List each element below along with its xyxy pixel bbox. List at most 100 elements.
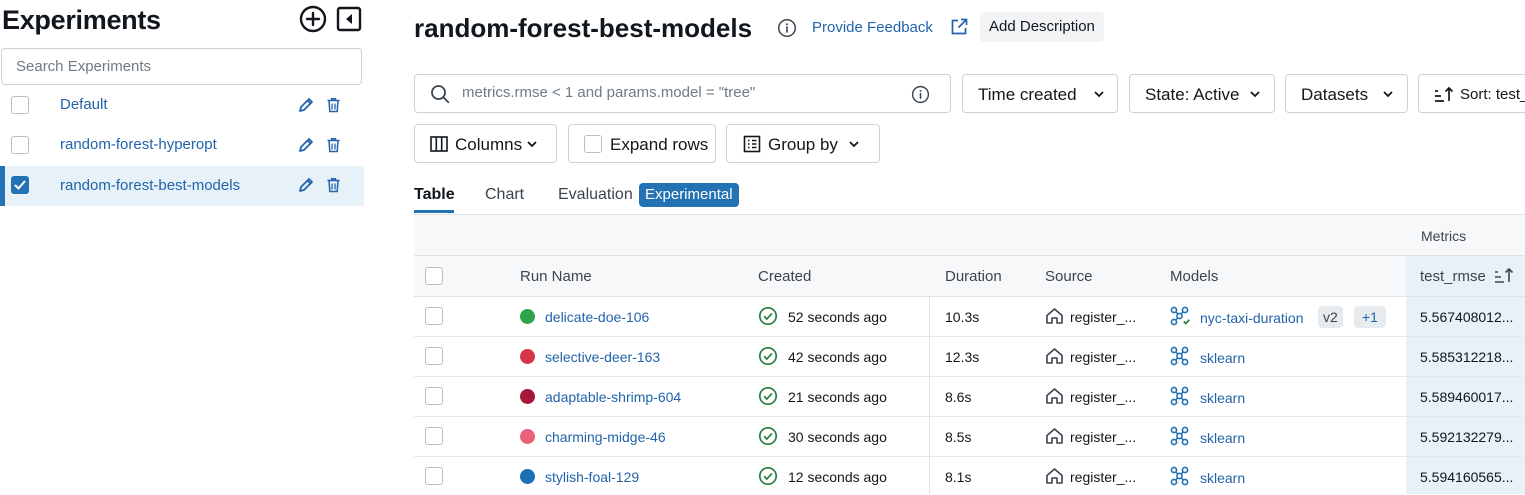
column-divider [929, 296, 930, 494]
search-experiments-input[interactable] [1, 48, 362, 85]
columns-label: Columns [455, 135, 523, 154]
run-color-dot[interactable] [520, 429, 535, 444]
time-created-dropdown[interactable]: Time created [962, 74, 1118, 113]
sort-dropdown[interactable]: Sort: test_ [1418, 74, 1525, 113]
experiment-checkbox[interactable] [11, 136, 29, 154]
model-icon [1170, 386, 1189, 406]
info-icon[interactable] [911, 85, 930, 104]
add-description-button[interactable]: Add Description [980, 12, 1104, 42]
sort-ascending-icon[interactable] [1494, 267, 1514, 284]
source-value[interactable]: register_... [1070, 429, 1136, 445]
experiment-name[interactable]: Default [60, 96, 108, 113]
pencil-icon[interactable] [297, 96, 315, 114]
search-icon [431, 85, 450, 104]
expand-rows-checkbox[interactable] [584, 135, 602, 153]
trash-icon[interactable] [326, 97, 341, 113]
row-checkbox[interactable] [425, 467, 443, 485]
experiment-checkbox-checked[interactable] [11, 176, 29, 194]
test-rmse-value: 5.589460017... [1420, 389, 1514, 405]
model-link[interactable]: sklearn [1200, 470, 1245, 486]
datasets-dropdown[interactable]: Datasets [1285, 74, 1408, 113]
provide-feedback-link[interactable]: Provide Feedback [812, 19, 933, 36]
model-link[interactable]: sklearn [1200, 350, 1245, 366]
column-header-test-rmse[interactable]: test_rmse [1420, 268, 1486, 285]
home-icon [1046, 348, 1063, 364]
run-search-input[interactable] [460, 83, 904, 102]
column-header-run-name[interactable]: Run Name [520, 268, 592, 285]
experiment-item-random-forest-best-models[interactable]: random-forest-best-models [0, 166, 364, 206]
experiment-item-random-forest-hyperopt[interactable]: random-forest-hyperopt [0, 125, 364, 165]
state-label: State: Active [1145, 85, 1240, 104]
model-version-badge[interactable]: v2 [1318, 306, 1343, 328]
chevron-down-icon [527, 141, 537, 148]
column-header-models[interactable]: Models [1170, 268, 1218, 285]
model-link[interactable]: sklearn [1200, 430, 1245, 446]
column-group-header-row [414, 215, 1525, 256]
check-circle-icon [758, 346, 778, 366]
row-divider [414, 336, 1525, 337]
sidebar-collapse-icon [336, 6, 362, 32]
run-name-link[interactable]: adaptable-shrimp-604 [545, 389, 681, 405]
row-checkbox[interactable] [425, 307, 443, 325]
run-name-link[interactable]: charming-midge-46 [545, 429, 666, 445]
duration-value: 8.1s [945, 469, 972, 485]
metrics-group-label: Metrics [1421, 228, 1467, 244]
create-experiment-button[interactable] [299, 5, 327, 33]
sidebar-title: Experiments [2, 5, 161, 35]
active-tab-indicator [414, 210, 454, 213]
row-checkbox[interactable] [425, 427, 443, 445]
duration-value: 8.6s [945, 389, 972, 405]
external-link-icon[interactable] [949, 17, 969, 37]
columns-button[interactable]: Columns [414, 124, 557, 163]
tab-evaluation[interactable]: Evaluation [558, 186, 633, 204]
run-name-link[interactable]: delicate-doe-106 [545, 309, 649, 325]
created-time: 42 seconds ago [788, 349, 887, 365]
select-all-checkbox[interactable] [425, 267, 443, 285]
source-value[interactable]: register_... [1070, 309, 1136, 325]
trash-icon[interactable] [326, 177, 341, 193]
chevron-down-icon [1383, 91, 1393, 98]
selected-indicator [0, 166, 5, 206]
model-link[interactable]: sklearn [1200, 390, 1245, 406]
collapse-sidebar-button[interactable] [336, 6, 362, 32]
tab-table[interactable]: Table [414, 186, 455, 204]
source-value[interactable]: register_... [1070, 349, 1136, 365]
model-icon [1170, 426, 1189, 446]
run-name-link[interactable]: stylish-foal-129 [545, 469, 639, 485]
experiment-name[interactable]: random-forest-best-models [60, 177, 240, 194]
run-color-dot[interactable] [520, 389, 535, 404]
run-search-box[interactable] [414, 74, 951, 113]
duration-value: 12.3s [945, 349, 980, 365]
model-link[interactable]: nyc-taxi-duration [1200, 310, 1304, 326]
column-header-duration[interactable]: Duration [945, 268, 1002, 285]
state-dropdown[interactable]: State: Active [1129, 74, 1275, 113]
check-circle-icon [758, 466, 778, 486]
run-name-link[interactable]: selective-deer-163 [545, 349, 660, 365]
pencil-icon[interactable] [297, 136, 315, 154]
time-created-label: Time created [978, 85, 1077, 104]
tab-chart[interactable]: Chart [485, 186, 524, 204]
duration-value: 10.3s [945, 309, 980, 325]
home-icon [1046, 428, 1063, 444]
test-rmse-value: 5.585312218... [1420, 349, 1514, 365]
source-value[interactable]: register_... [1070, 389, 1136, 405]
run-color-dot[interactable] [520, 469, 535, 484]
trash-icon[interactable] [326, 137, 341, 153]
experiment-checkbox[interactable] [11, 96, 29, 114]
row-checkbox[interactable] [425, 347, 443, 365]
row-divider [414, 456, 1525, 457]
pencil-icon[interactable] [297, 176, 315, 194]
group-by-dropdown[interactable]: Group by [726, 124, 880, 163]
chevron-down-icon [849, 141, 859, 148]
info-icon[interactable] [777, 18, 797, 38]
experiment-item-default[interactable]: Default [0, 85, 364, 125]
more-models-badge[interactable]: +1 [1354, 306, 1386, 328]
row-checkbox[interactable] [425, 387, 443, 405]
source-value[interactable]: register_... [1070, 469, 1136, 485]
column-header-created[interactable]: Created [758, 268, 811, 285]
column-header-source[interactable]: Source [1045, 268, 1093, 285]
expand-rows-toggle[interactable]: Expand rows [568, 124, 716, 163]
run-color-dot[interactable] [520, 309, 535, 324]
experiment-name[interactable]: random-forest-hyperopt [60, 136, 217, 153]
run-color-dot[interactable] [520, 349, 535, 364]
